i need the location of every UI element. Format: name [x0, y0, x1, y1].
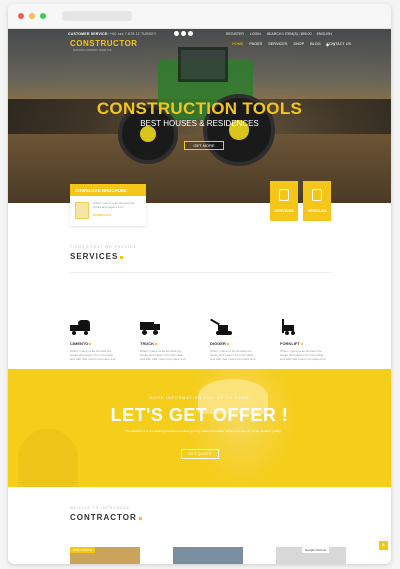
service-name: FORKLIFT: [280, 341, 300, 346]
service-name: DIGGER: [210, 341, 226, 346]
cart-language: 1 ITEM(S) / $99.00 ENGLISH: [282, 32, 332, 36]
service-name: CIMENTO: [70, 341, 89, 346]
logo-tagline: BUILDING COMPANY TEMPLATE: [73, 49, 112, 52]
offer-banner: MORE INFORMATION FILL UP TO FORM LET'S G…: [8, 369, 391, 487]
minimize-window-dot[interactable]: [29, 13, 35, 19]
facebook-icon[interactable]: [174, 31, 179, 36]
cart-summary[interactable]: 1 ITEM(S) / $99.00: [282, 32, 312, 36]
register-link[interactable]: REGISTER: [226, 32, 244, 36]
pdf-icon: [75, 202, 89, 219]
brochure-text: When I came to be showed the books and p…: [93, 201, 135, 209]
download-link[interactable]: DOWNLOAD: [93, 213, 111, 217]
nav-blog[interactable]: BLOG: [310, 42, 321, 46]
bag-icon[interactable]: ◆: [326, 42, 329, 47]
browser-window: CUSTOMER SERVICE: +00 xxx 7 878 12 TURKE…: [8, 4, 391, 564]
contractor-card[interactable]: MAIN OFFICE: [70, 547, 140, 564]
logo-text: CONSTRUCTOR: [70, 39, 138, 48]
tractor-cab: [178, 47, 228, 82]
browser-chrome: [8, 4, 391, 29]
get-quote-button[interactable]: GET QUOTE: [181, 449, 219, 459]
service-desc: When I came to be showed the books and p…: [70, 349, 116, 362]
vehicles-box[interactable]: VEHICLES: [303, 181, 331, 221]
address-bar[interactable]: [62, 11, 132, 21]
site-logo[interactable]: CONSTRUCTOR: [70, 39, 138, 48]
dump-truck-icon: [140, 319, 166, 335]
nav-home[interactable]: HOME: [232, 42, 243, 46]
service-desc: When I came to be showed the books and p…: [280, 349, 326, 362]
services-box-label: SERVICES: [274, 209, 294, 213]
excavator-icon: [210, 318, 236, 335]
hero-title: CONSTRUCTION TOOLS: [96, 99, 303, 118]
website-page: CUSTOMER SERVICE: +00 xxx 7 878 12 TURKE…: [8, 29, 391, 564]
maximize-window-dot[interactable]: [40, 13, 46, 19]
contractor-heading: WE LIKE TO INTRODUCE CONTRACTOR: [70, 506, 270, 522]
get-more-button[interactable]: GET MORE: [184, 141, 224, 150]
card-tag: MAIN OFFICE: [70, 547, 96, 553]
search-link[interactable]: SEARCH: [267, 32, 282, 36]
hero-banner: CUSTOMER SERVICE: +00 xxx 7 878 12 TURKE…: [8, 29, 391, 203]
service-item[interactable]: TRUCK When I came to be showed the books…: [140, 319, 188, 362]
vehicle-icon: [312, 189, 322, 201]
services-list: CIMENTO When I came to be showed the boo…: [70, 318, 328, 362]
service-desc: When I came to be showed the books and p…: [210, 349, 256, 362]
forklift-icon: [280, 319, 306, 335]
phone-number: +00 xxx 7 878 12 TURKEY: [110, 32, 157, 36]
service-item[interactable]: CIMENTO When I came to be showed the boo…: [70, 319, 118, 362]
customer-service: CUSTOMER SERVICE: +00 xxx 7 878 12 TURKE…: [68, 32, 157, 36]
nav-pages[interactable]: PAGES: [249, 42, 262, 46]
brochure-title: DOWNLOAD BROCHURE: [70, 184, 146, 196]
offer-desc: The Residence is at a strategic location…: [125, 429, 281, 433]
offer-title: LET'S GET OFFER !: [110, 405, 289, 425]
service-item[interactable]: DIGGER When I came to be showed the book…: [210, 318, 258, 362]
hero-subtitle: BEST HOUSES & RESIDENCES: [140, 119, 259, 128]
services-caption: THINGS THAT WE PROVIDE: [70, 245, 137, 249]
nav-services[interactable]: SERVICES: [268, 42, 287, 46]
vehicles-box-label: VEHICLES: [307, 209, 327, 213]
services-title: SERVICES: [70, 252, 270, 261]
close-window-dot[interactable]: [18, 13, 24, 19]
contractor-cards: MAIN OFFICE Google Chrome: [70, 547, 346, 564]
worker-silhouette: [18, 429, 78, 487]
contractor-card[interactable]: Google Chrome: [276, 547, 346, 564]
card-tag: Google Chrome: [302, 547, 330, 553]
service-item[interactable]: FORKLIFT When I came to be showed the bo…: [280, 319, 328, 362]
language-select[interactable]: ENGLISH: [317, 32, 332, 36]
twitter-icon[interactable]: [181, 31, 186, 36]
service-desc: When I came to be showed the books and p…: [140, 349, 186, 362]
offer-caption: MORE INFORMATION FILL UP TO FORM: [149, 396, 250, 400]
services-heading: THINGS THAT WE PROVIDE SERVICES: [70, 245, 270, 261]
brochure-card: DOWNLOAD BROCHURE When I came to be show…: [70, 184, 146, 226]
service-name: TRUCK: [140, 341, 154, 346]
login-link[interactable]: LOGIN: [250, 32, 261, 36]
services-box[interactable]: SERVICES: [270, 181, 298, 221]
clipboard-icon: [279, 189, 289, 201]
vimeo-icon[interactable]: [188, 31, 193, 36]
section-divider: [70, 272, 332, 273]
contractor-caption: WE LIKE TO INTRODUCE: [70, 506, 131, 510]
menu-icon[interactable]: ≡: [333, 42, 335, 47]
social-links: [174, 31, 193, 36]
top-links: REGISTER LOGIN SEARCH: [226, 32, 281, 36]
cement-truck-icon: [70, 319, 96, 335]
nav-icons: ◆ ≡: [326, 42, 335, 47]
nav-shop[interactable]: SHOP: [293, 42, 304, 46]
contractor-card[interactable]: [173, 547, 243, 564]
contractor-title: CONTRACTOR: [70, 513, 270, 522]
scroll-top-button[interactable]: ▲: [379, 541, 388, 550]
